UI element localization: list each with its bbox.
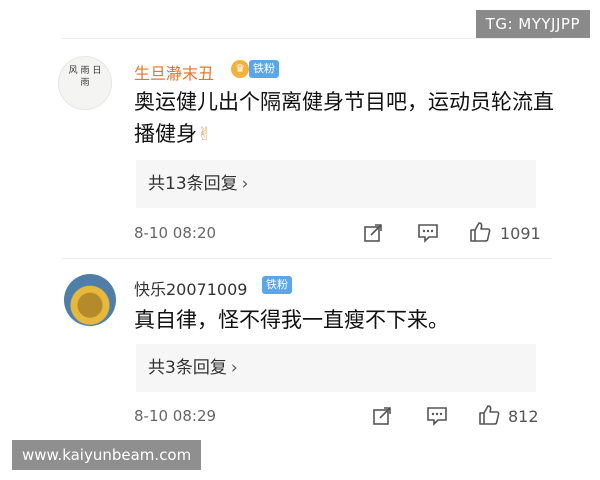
divider	[62, 258, 552, 259]
chevron-right-icon: ›	[230, 358, 238, 378]
username[interactable]: 生旦瀞末丑	[134, 60, 214, 84]
share-icon[interactable]	[372, 406, 392, 426]
fan-badge: 铁粉	[262, 276, 292, 294]
username[interactable]: 快乐20071009	[134, 276, 247, 300]
replies-link[interactable]: 共13条回复 ›	[136, 160, 536, 208]
comment-text: 奥运健儿出个隔离健身节目吧，运动员轮流直播健身✌	[134, 86, 554, 151]
chevron-right-icon: ›	[241, 174, 249, 194]
like-count: 1091	[500, 224, 541, 243]
fan-badge: 铁粉	[249, 60, 279, 78]
avatar[interactable]: 风 雨 日 雨	[58, 56, 112, 110]
divider	[62, 38, 552, 39]
replies-link[interactable]: 共3条回复 ›	[136, 344, 536, 392]
timestamp: 8-10 08:20	[134, 224, 217, 242]
victory-hand-icon: ✌	[197, 124, 213, 145]
like-icon[interactable]	[469, 221, 491, 243]
comment-text: 真自律，怪不得我一直瘦不下来。	[134, 308, 449, 332]
crown-icon: ♛	[231, 60, 249, 78]
timestamp: 8-10 08:29	[134, 407, 217, 425]
avatar-calligraphy: 风 雨 日 雨	[68, 66, 102, 88]
comment-icon[interactable]	[417, 223, 439, 243]
watermark-top: TG: MYYJJPP	[475, 10, 590, 38]
comment-icon[interactable]	[426, 406, 448, 426]
like-icon[interactable]	[478, 404, 500, 426]
like-count: 812	[508, 407, 539, 426]
share-icon[interactable]	[363, 223, 383, 243]
watermark-bottom: www.kaiyunbeam.com	[12, 440, 202, 470]
avatar[interactable]	[64, 274, 116, 326]
